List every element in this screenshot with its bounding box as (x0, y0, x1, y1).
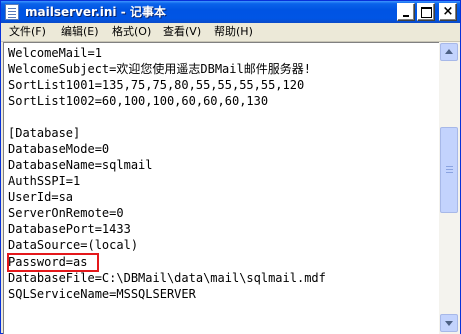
notepad-window: mailserver.ini - 记事本 × 文件(F) 编辑(E) 格式(O)… (0, 0, 461, 334)
text-line: SortList1002=60,100,100,60,60,60,130 (8, 94, 269, 108)
text-line: UserId=sa (8, 190, 74, 204)
menu-view[interactable]: 查看(V) (163, 25, 201, 39)
menu-file[interactable]: 文件(F) (9, 25, 46, 39)
close-icon: × (442, 4, 454, 19)
menu-bar: 文件(F) 编辑(E) 格式(O) 查看(V) 帮助(H) (1, 23, 460, 42)
close-button[interactable]: × (439, 3, 457, 21)
text-editor[interactable]: WelcomeMail=1 WelcomeSubject=欢迎您使用遥志DBMa… (3, 42, 439, 334)
maximize-icon (421, 7, 432, 18)
text-line: DatabaseName=sqlmail (8, 158, 153, 172)
scroll-thumb[interactable] (440, 127, 458, 213)
grip-line (446, 172, 453, 173)
text-line: SortList1001=135,75,75,80,55,55,55,55,12… (8, 78, 305, 92)
text-line: DatabasePort=1433 (8, 222, 131, 236)
grip-line (446, 166, 453, 167)
text-line: DatabaseMode=0 (8, 142, 110, 156)
text-line: DataSource=(local) (8, 238, 139, 252)
vertical-scrollbar[interactable] (439, 42, 460, 334)
scroll-down-arrow-icon (445, 321, 453, 326)
title-bar[interactable]: mailserver.ini - 记事本 × (1, 1, 460, 23)
text-line: [Database] (8, 126, 81, 140)
menu-help[interactable]: 帮助(H) (214, 25, 253, 39)
text-line: WelcomeMail=1 (8, 46, 102, 60)
text-line: WelcomeSubject=欢迎您使用遥志DBMail邮件服务器! (8, 62, 311, 76)
menu-edit[interactable]: 编辑(E) (61, 25, 99, 39)
minimize-icon (403, 15, 409, 17)
window-title: mailserver.ini - 记事本 (25, 5, 166, 19)
minimize-button[interactable] (397, 3, 415, 21)
scroll-up-arrow-icon (445, 49, 453, 54)
maximize-button[interactable] (417, 3, 435, 21)
menu-format[interactable]: 格式(O) (112, 25, 151, 39)
password-highlight-box (7, 253, 99, 272)
text-line: AuthSSPI=1 (8, 174, 81, 188)
grip-line (446, 169, 453, 170)
scroll-down-button[interactable] (440, 314, 458, 332)
text-line: ServerOnRemote=0 (8, 206, 124, 220)
notepad-icon[interactable] (5, 4, 19, 20)
scroll-up-button[interactable] (440, 43, 458, 61)
text-line: SQLServiceName=MSSQLSERVER (8, 287, 196, 301)
text-line: DatabaseFile=C:\DBMail\data\mail\sqlmail… (8, 271, 326, 285)
